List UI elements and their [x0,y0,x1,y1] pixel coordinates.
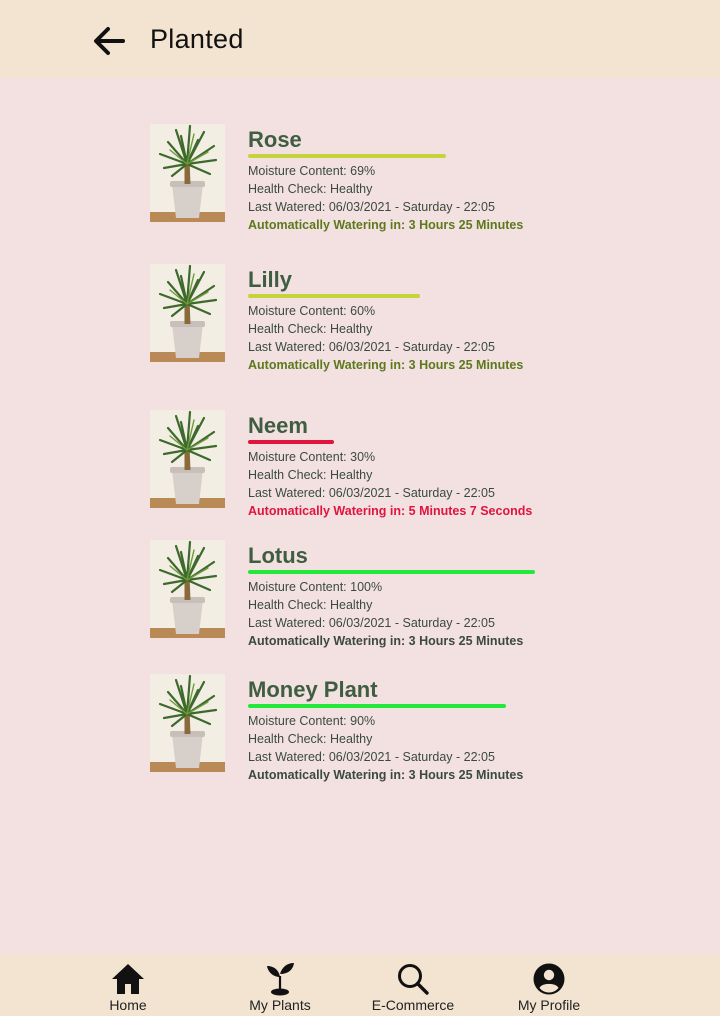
plant-card-lilly[interactable]: Lilly Moisture Content: 60% Health Check… [150,264,610,372]
last-watered: Last Watered: 06/03/2021 - Saturday - 22… [248,616,495,630]
plant-name: Lotus [248,543,308,568]
nav-e-commerce[interactable]: E-Commerce [353,954,473,1016]
nav-home-label: Home [109,997,147,1013]
nav-my-profile[interactable]: My Profile [489,954,609,1016]
auto-watering-status: Automatically Watering in: 3 Hours 25 Mi… [248,358,524,372]
moisture-bar [248,704,608,708]
bottom-navigation: Home My Plants E-Commerce My Profile [0,954,720,1016]
auto-watering-status: Automatically Watering in: 3 Hours 25 Mi… [248,768,524,782]
account-circle-icon [533,963,565,995]
moisture-bar-fill [248,704,506,708]
home-icon [112,964,144,994]
plant-thumbnail[interactable] [150,410,225,508]
last-watered: Last Watered: 06/03/2021 - Saturday - 22… [248,486,495,500]
auto-watering-status: Automatically Watering in: 3 Hours 25 Mi… [248,634,524,648]
moisture-bar [248,440,608,444]
moisture-content: Moisture Content: 69% [248,164,376,178]
health-check: Health Check: Healthy [248,732,373,746]
nav-my-plants[interactable]: My Plants [220,954,340,1016]
health-check: Health Check: Healthy [248,468,373,482]
moisture-content: Moisture Content: 60% [248,304,376,318]
plant-thumbnail[interactable] [150,124,225,222]
nav-my-profile-label: My Profile [517,997,581,1013]
moisture-content: Moisture Content: 30% [248,450,376,464]
health-check: Health Check: Healthy [248,598,373,612]
plant-card-money-plant[interactable]: Money Plant Moisture Content: 90% Health… [150,674,610,782]
potted-plant-image [150,410,225,508]
top-app-bar: Planted [0,0,720,78]
moisture-bar [248,154,608,158]
sprout-icon [267,963,294,996]
last-watered: Last Watered: 06/03/2021 - Saturday - 22… [248,200,495,214]
arrow-left-icon [94,27,125,55]
auto-watering-status: Automatically Watering in: 3 Hours 25 Mi… [248,218,524,232]
plant-name: Neem [248,413,308,438]
nav-my-plants-label: My Plants [249,997,311,1013]
moisture-bar-fill [248,570,535,574]
plant-thumbnail[interactable] [150,264,225,362]
plant-thumbnail[interactable] [150,674,225,772]
plant-card-lotus[interactable]: Lotus Moisture Content: 100% Health Chec… [150,540,610,648]
last-watered: Last Watered: 06/03/2021 - Saturday - 22… [248,750,495,764]
auto-watering-status: Automatically Watering in: 5 Minutes 7 S… [248,504,533,518]
plant-card-rose[interactable]: Rose Moisture Content: 69% Health Check:… [150,124,610,232]
moisture-bar-fill [248,154,446,158]
potted-plant-image [150,264,225,362]
plant-card-neem[interactable]: Neem Moisture Content: 30% Health Check:… [150,410,610,518]
page-title: Planted [150,24,244,54]
moisture-bar [248,294,608,298]
plant-thumbnail[interactable] [150,540,225,638]
potted-plant-image [150,674,225,772]
moisture-bar-fill [248,440,334,444]
nav-home[interactable]: Home [68,954,188,1016]
health-check: Health Check: Healthy [248,322,373,336]
health-check: Health Check: Healthy [248,182,373,196]
plant-name: Money Plant [248,677,378,702]
plant-name: Rose [248,127,302,152]
last-watered: Last Watered: 06/03/2021 - Saturday - 22… [248,340,495,354]
potted-plant-image [150,540,225,638]
nav-e-commerce-label: E-Commerce [371,997,455,1013]
back-button[interactable] [90,22,128,60]
potted-plant-image [150,124,225,222]
search-icon [398,964,429,995]
moisture-bar [248,570,608,574]
moisture-bar-fill [248,294,420,298]
moisture-content: Moisture Content: 100% [248,580,383,594]
moisture-content: Moisture Content: 90% [248,714,376,728]
plant-name: Lilly [248,267,293,292]
